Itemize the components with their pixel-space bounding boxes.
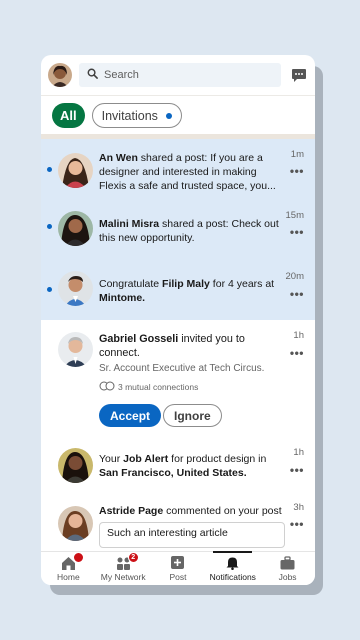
unread-indicator xyxy=(47,224,52,229)
invitation-headline: Sr. Account Executive at Tech Circus. xyxy=(99,363,265,374)
mutual-connections-label: 3 mutual connections xyxy=(118,382,199,392)
more-options-icon[interactable]: ••• xyxy=(290,225,304,239)
avatar[interactable] xyxy=(58,448,93,483)
nav-jobs-label: Jobs xyxy=(278,572,297,582)
nav-post-label: Post xyxy=(169,572,187,582)
messaging-icon[interactable] xyxy=(290,67,307,84)
avatar[interactable] xyxy=(58,211,93,246)
nav-my-network-label: My Network xyxy=(100,572,146,582)
notification-feed[interactable]: An Wen shared a post: If you are a desig… xyxy=(41,139,315,551)
profile-avatar[interactable] xyxy=(48,63,72,87)
unread-indicator xyxy=(47,167,52,172)
notification-item[interactable]: Malini Misra shared a post: Check out th… xyxy=(41,197,315,255)
my-network-icon: 2 xyxy=(116,552,139,570)
home-icon xyxy=(61,552,84,570)
more-options-icon[interactable]: ••• xyxy=(290,517,304,531)
unread-dot xyxy=(165,112,172,119)
nav-jobs[interactable]: Jobs xyxy=(260,552,315,585)
nav-notifications[interactable]: Notifications xyxy=(205,551,260,585)
notification-badge xyxy=(72,552,84,563)
app-window: Search All Invitations An Wen shared a p… xyxy=(41,55,315,585)
bell-icon xyxy=(225,556,240,571)
filter-invitations-pill[interactable]: Invitations xyxy=(91,103,182,128)
timestamp: 1h xyxy=(293,447,304,458)
notification-text: Malini Misra shared a post: Check out th… xyxy=(99,218,279,244)
avatar[interactable] xyxy=(58,153,93,188)
more-options-icon[interactable]: ••• xyxy=(290,463,304,477)
notification-item[interactable]: Your Job Alert for product design in San… xyxy=(41,438,315,496)
notification-text: An Wen shared a post: If you are a desig… xyxy=(99,152,276,192)
nav-home[interactable]: Home xyxy=(41,552,96,585)
search-placeholder: Search xyxy=(104,69,139,81)
nav-post[interactable]: Post xyxy=(151,552,206,585)
timestamp: 3h xyxy=(293,502,304,513)
avatar[interactable] xyxy=(58,271,93,306)
ignore-button[interactable]: Ignore xyxy=(163,404,222,427)
mutual-connections: 3 mutual connections xyxy=(99,381,198,393)
notification-item[interactable]: An Wen shared a post: If you are a desig… xyxy=(41,139,315,197)
timestamp: 1h xyxy=(293,330,304,341)
more-options-icon[interactable]: ••• xyxy=(290,287,304,301)
notification-item[interactable]: Congratulate Filip Maly for 4 years at M… xyxy=(41,255,315,320)
more-options-icon[interactable]: ••• xyxy=(290,346,304,360)
notification-badge: 2 xyxy=(127,552,139,563)
timestamp: 20m xyxy=(285,271,304,282)
comment-preview[interactable]: Such an interesting article xyxy=(99,522,285,548)
nav-my-network[interactable]: 2 My Network xyxy=(96,552,151,585)
notification-text: Congratulate Filip Maly for 4 years at M… xyxy=(99,278,275,304)
unread-indicator xyxy=(47,287,52,292)
more-options-icon[interactable]: ••• xyxy=(290,164,304,178)
nav-notifications-label: Notifications xyxy=(209,572,256,582)
filter-all-pill[interactable]: All xyxy=(52,103,85,128)
invitation-item[interactable]: Gabriel Gosseli invited you to connect. … xyxy=(41,320,315,438)
notification-text: Your Job Alert for product design in San… xyxy=(99,453,267,479)
avatar[interactable] xyxy=(58,506,93,541)
notification-text: Gabriel Gosseli invited you to connect. xyxy=(99,333,245,359)
nav-home-label: Home xyxy=(57,572,80,582)
search-icon xyxy=(87,66,98,84)
filter-invitations-label: Invitations xyxy=(101,108,158,123)
timestamp: 1m xyxy=(290,149,304,160)
notification-text: Astride Page commented on your post xyxy=(99,505,282,517)
search-bar[interactable]: Search xyxy=(79,63,281,87)
timestamp: 15m xyxy=(285,210,304,221)
notification-item[interactable]: Astride Page commented on your post Such… xyxy=(41,496,315,551)
post-icon xyxy=(170,556,185,570)
avatar[interactable] xyxy=(58,332,93,367)
accept-button[interactable]: Accept xyxy=(99,404,162,427)
mutual-connections-icon xyxy=(99,381,115,393)
filter-bar: All Invitations xyxy=(41,95,315,135)
bottom-navigation: Home 2 My Network Post Notifications Job… xyxy=(41,551,315,585)
briefcase-icon xyxy=(280,556,295,570)
top-bar: Search xyxy=(41,55,315,95)
